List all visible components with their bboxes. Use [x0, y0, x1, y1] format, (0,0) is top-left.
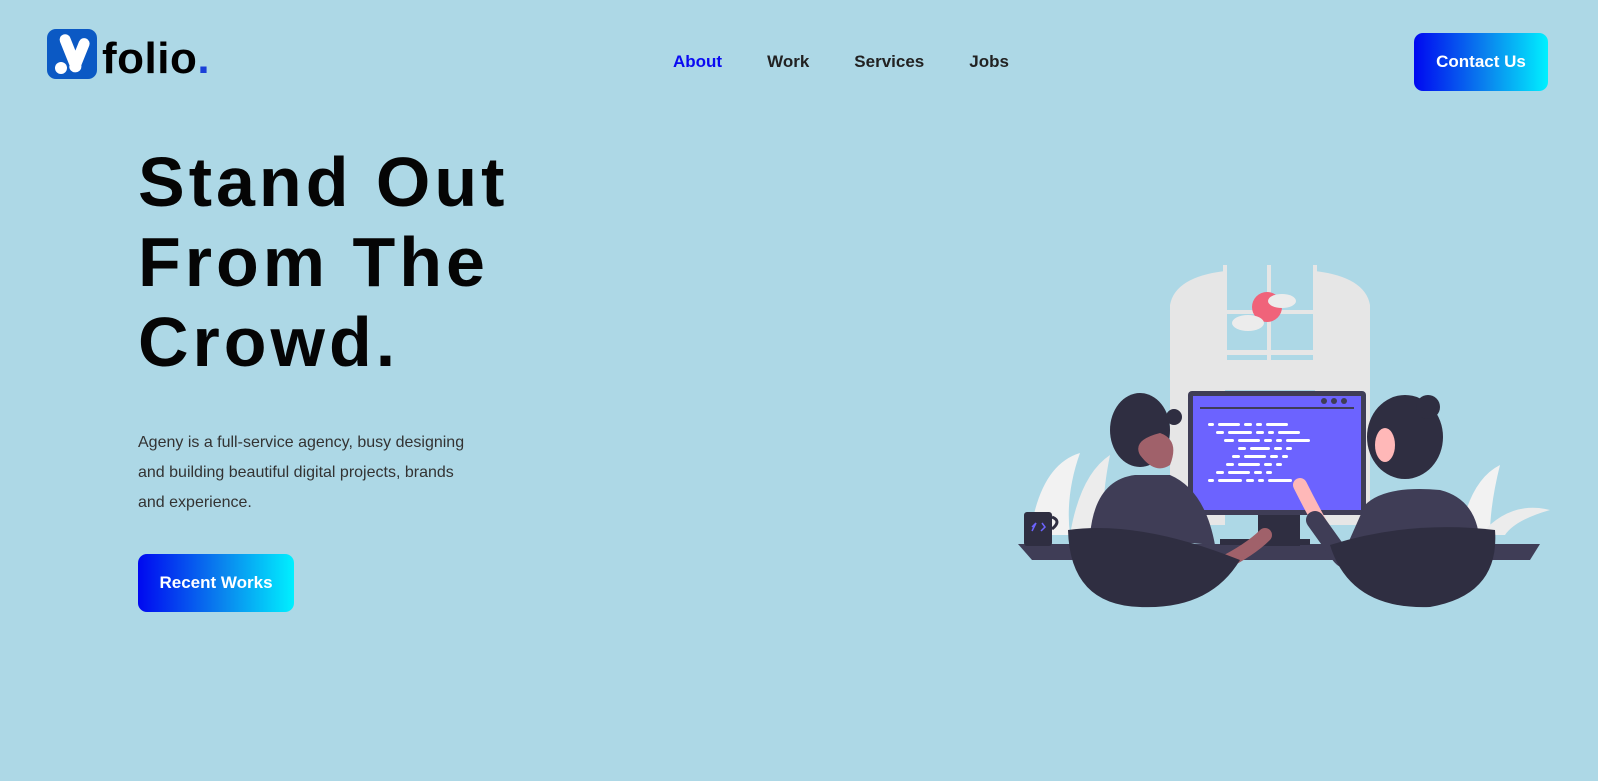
- hero-description: Ageny is a full-service agency, busy des…: [138, 434, 465, 511]
- nav-item-services[interactable]: Services: [854, 52, 924, 72]
- hero-title-line: Crowd.: [138, 303, 400, 381]
- people-working-at-computer-illustration: [1010, 265, 1550, 625]
- contact-us-button[interactable]: Contact Us: [1414, 33, 1548, 91]
- hero-title-line: Stand Out: [138, 143, 509, 221]
- nav-item-work[interactable]: Work: [767, 52, 809, 72]
- hero-title-line: From The: [138, 223, 489, 301]
- recent-works-button[interactable]: Recent Works: [138, 554, 294, 612]
- nav-item-jobs[interactable]: Jobs: [969, 52, 1009, 72]
- logo-dot: .: [197, 34, 210, 83]
- nav-item-about[interactable]: About: [673, 52, 722, 72]
- logo-text: folio: [102, 34, 198, 83]
- a-letter-logo-icon: [47, 29, 97, 79]
- hero-title: Stand Out From The Crowd.: [138, 142, 618, 382]
- brand-logo[interactable]: folio .: [47, 29, 210, 83]
- main-nav: About Work Services Jobs: [673, 52, 1054, 72]
